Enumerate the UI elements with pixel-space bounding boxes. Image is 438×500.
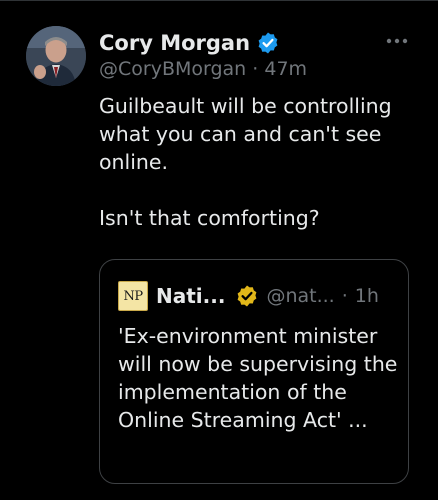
quoted-tweet-timestamp: 1h bbox=[354, 285, 379, 307]
verified-badge-icon bbox=[258, 32, 278, 54]
quoted-tweet-text: 'Ex-environment minister will now be sup… bbox=[118, 324, 398, 432]
author-display-name[interactable]: Cory Morgan bbox=[99, 31, 250, 55]
quoted-tweet-display-name: Nati... bbox=[156, 284, 226, 308]
author-handle[interactable]: @CoryBMorgan bbox=[99, 58, 246, 80]
more-options-icon[interactable] bbox=[384, 31, 410, 51]
quoted-tweet-header: NP Nati... @nat... · 1h bbox=[118, 279, 379, 313]
gold-verified-badge-icon bbox=[238, 285, 257, 307]
quoted-tweet-separator: · bbox=[341, 285, 348, 307]
quoted-tweet-handle: @nat... bbox=[266, 285, 335, 307]
tweet-timestamp[interactable]: 47m bbox=[264, 58, 307, 80]
top-divider bbox=[0, 0, 438, 1]
avatar[interactable] bbox=[26, 26, 86, 86]
tweet-text: Guilbeault will be controlling what you … bbox=[99, 92, 429, 232]
np-logo-text: NP bbox=[123, 288, 143, 304]
tweet-text-paragraph-2: Isn't that comforting? bbox=[99, 206, 320, 230]
meta-separator: · bbox=[252, 58, 259, 80]
quoted-tweet-avatar-logo: NP bbox=[118, 281, 148, 311]
author-row: Cory Morgan bbox=[99, 28, 280, 58]
tweet-text-paragraph-1: Guilbeault will be controlling what you … bbox=[99, 94, 392, 174]
quoted-tweet-card[interactable]: NP Nati... @nat... · 1h 'Ex-environment … bbox=[99, 259, 409, 484]
author-handle-row: @CoryBMorgan · 47m bbox=[99, 58, 307, 80]
avatar-image bbox=[26, 26, 86, 86]
